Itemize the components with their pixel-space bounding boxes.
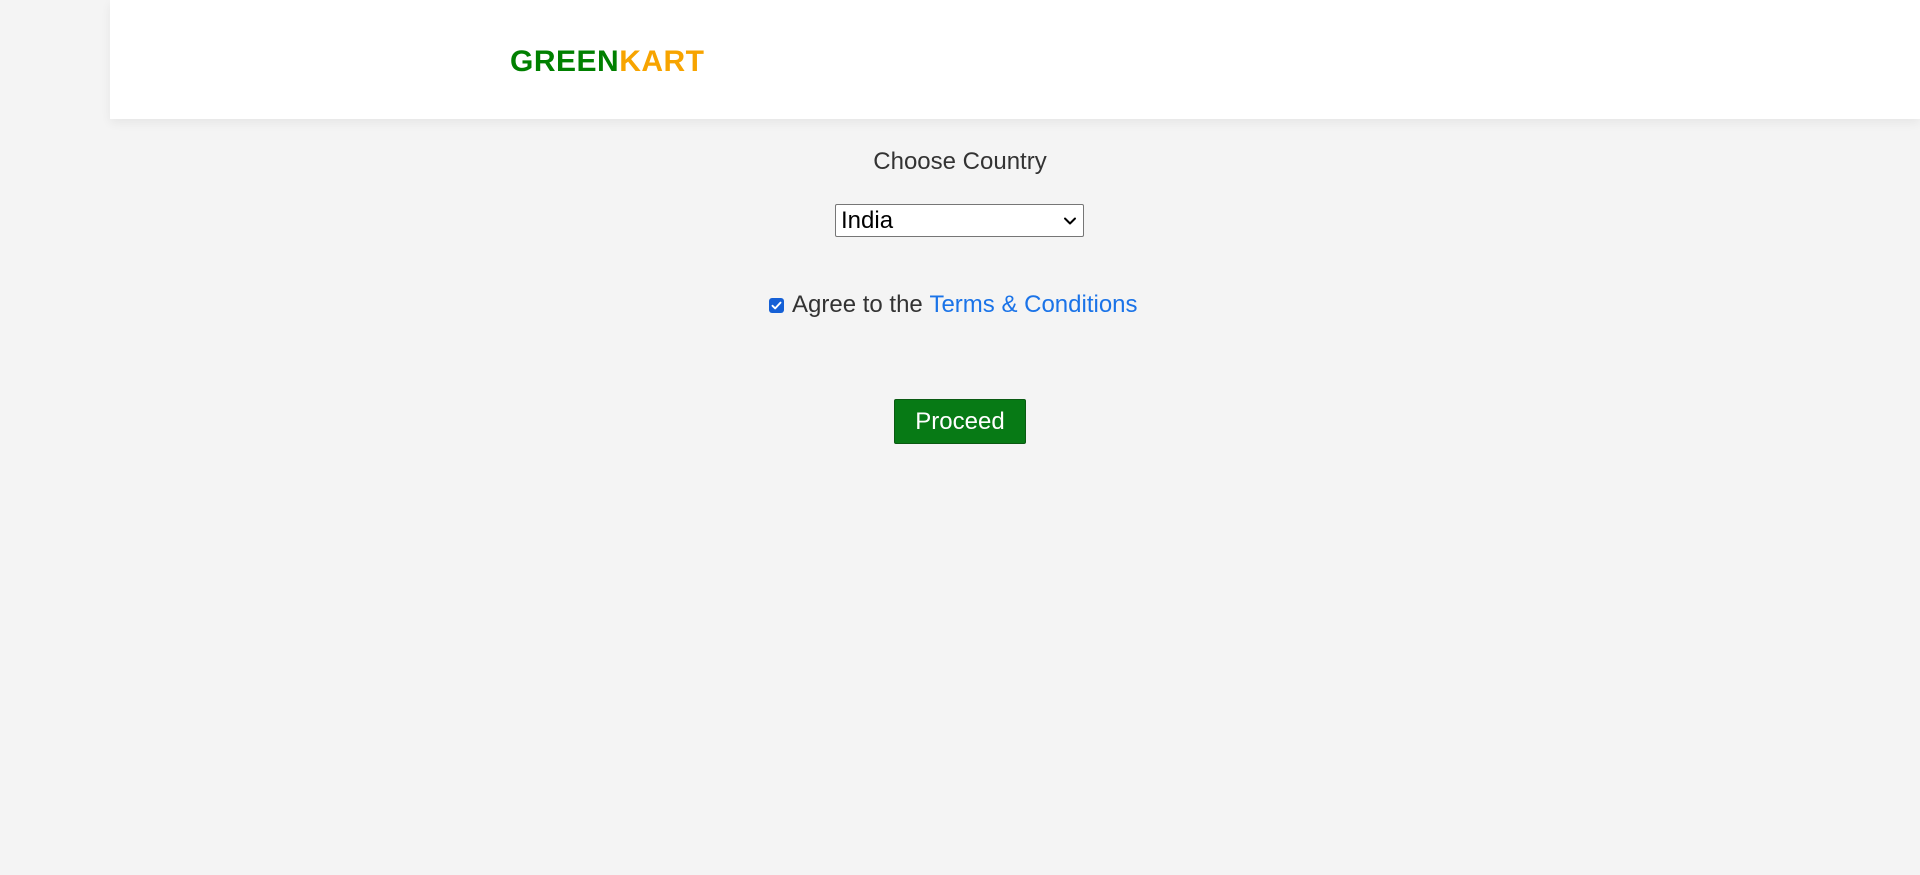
country-select[interactable]: India bbox=[835, 204, 1084, 237]
top-header: GREENKART bbox=[110, 0, 1920, 119]
agree-checkbox[interactable] bbox=[769, 297, 784, 313]
proceed-button[interactable]: Proceed bbox=[894, 399, 1026, 444]
agree-label: Agree to the bbox=[792, 291, 930, 318]
check-icon bbox=[771, 301, 782, 309]
terms-conditions-link[interactable]: Terms & Conditions bbox=[929, 290, 1137, 320]
brand-green-text: GREEN bbox=[510, 45, 620, 78]
chevron-down-icon bbox=[1063, 214, 1077, 228]
brand-kart-text: KART bbox=[619, 45, 705, 78]
country-form: Choose Country India Agree to the Terms … bbox=[0, 119, 1920, 875]
choose-country-label: Choose Country bbox=[873, 148, 1047, 175]
agree-terms-row: Agree to the Terms & Conditions bbox=[769, 290, 1138, 320]
brand-logo[interactable]: GREENKART bbox=[510, 44, 705, 80]
country-select-value: India bbox=[841, 207, 894, 234]
